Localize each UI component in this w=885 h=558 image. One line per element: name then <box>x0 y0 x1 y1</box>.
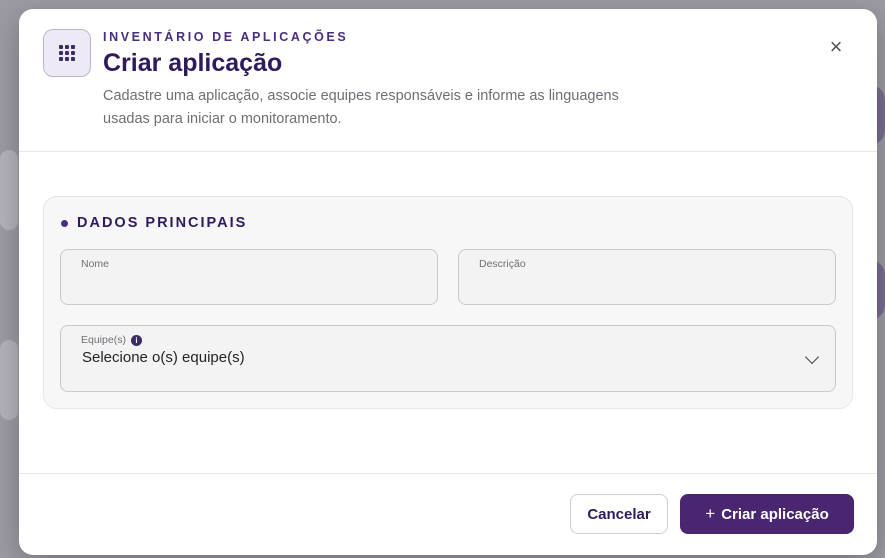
chevron-down-icon <box>804 349 820 365</box>
modal-subtitle: Cadastre uma aplicação, associe equipes … <box>103 85 683 131</box>
cancel-button[interactable]: Cancelar <box>570 494 668 534</box>
description-field-label: Descrição <box>479 258 526 270</box>
teams-select-value: Selecione o(s) equipe(s) <box>82 349 245 366</box>
teams-field-label: Equipe(s) i <box>81 334 142 346</box>
subtitle-line: Cadastre uma aplicação, associe equipes … <box>103 88 619 104</box>
teams-select[interactable]: Equipe(s) i Selecione o(s) equipe(s) <box>60 325 836 392</box>
section-title: DADOS PRINCIPAIS <box>61 215 247 231</box>
modal-footer: Cancelar + Criar aplicação <box>19 473 877 555</box>
name-field-label: Nome <box>81 258 110 270</box>
background-card <box>0 340 18 420</box>
description-field[interactable]: Descrição <box>458 249 836 305</box>
create-application-label: Criar aplicação <box>721 505 829 523</box>
apps-grid-icon <box>43 29 91 77</box>
modal-header: INVENTÁRIO DE APLICAÇÕES Criar aplicação… <box>19 9 877 152</box>
background-card <box>0 150 18 230</box>
teams-label-text: Equipe(s) <box>81 334 126 346</box>
description-input[interactable] <box>479 280 815 296</box>
close-icon[interactable]: × <box>825 36 847 58</box>
modal-eyebrow: INVENTÁRIO DE APLICAÇÕES <box>103 30 349 44</box>
subtitle-line: usadas para iniciar o monitoramento. <box>103 111 342 127</box>
bullet-icon <box>61 219 68 227</box>
main-data-section: DADOS PRINCIPAIS Nome Descrição Equipe(s… <box>43 196 853 409</box>
modal-title: Criar aplicação <box>103 49 283 77</box>
section-title-text: DADOS PRINCIPAIS <box>77 215 248 231</box>
plus-icon: + <box>705 504 716 523</box>
name-field[interactable]: Nome <box>60 249 438 305</box>
create-application-modal: INVENTÁRIO DE APLICAÇÕES Criar aplicação… <box>19 9 877 555</box>
create-application-button[interactable]: + Criar aplicação <box>680 494 854 534</box>
info-icon[interactable]: i <box>130 334 142 346</box>
name-input[interactable] <box>81 280 417 296</box>
